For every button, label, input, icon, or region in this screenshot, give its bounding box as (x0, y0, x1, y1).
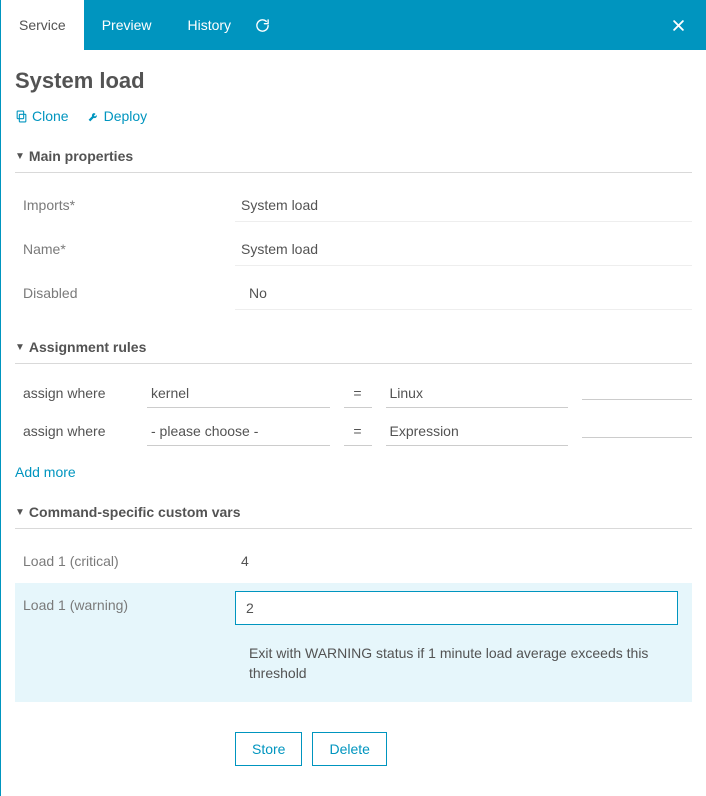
assign-type-select[interactable]: assign where (23, 423, 133, 439)
row-load1-warning: Load 1 (warning) (15, 583, 692, 627)
refresh-icon[interactable] (255, 18, 270, 33)
tab-service[interactable]: Service (1, 0, 84, 50)
store-button[interactable]: Store (235, 732, 302, 766)
toolbar: Clone Deploy (15, 108, 692, 124)
assign-property-select[interactable]: kernel (147, 379, 330, 408)
assign-action-cell (582, 425, 692, 438)
tabbar: Service Preview History (1, 0, 706, 50)
row-load1-warning-hint: Exit with WARNING status if 1 minute loa… (15, 627, 692, 702)
add-more-link[interactable]: Add more (15, 458, 76, 498)
clone-label: Clone (32, 108, 69, 124)
tab-preview-label: Preview (102, 17, 152, 33)
clone-link[interactable]: Clone (15, 108, 69, 124)
close-icon[interactable] (665, 18, 692, 33)
section-custom-header[interactable]: ▼ Command-specific custom vars (15, 498, 692, 529)
load1-warning-label: Load 1 (warning) (15, 591, 235, 613)
assign-row: assign where - please choose - = Express… (15, 412, 692, 450)
disabled-label: Disabled (15, 285, 235, 301)
row-name: Name* System load (15, 227, 692, 271)
row-imports: Imports* System load (15, 183, 692, 227)
window: Service Preview History System load Clon… (0, 0, 706, 796)
deploy-link[interactable]: Deploy (87, 108, 148, 124)
assign-op-select[interactable]: = (344, 379, 372, 408)
page-title: System load (15, 68, 692, 94)
assign-op-select[interactable]: = (344, 417, 372, 446)
imports-label: Imports* (15, 197, 235, 213)
assign-value-input[interactable]: Linux (386, 379, 569, 408)
disabled-value[interactable]: No (235, 277, 692, 310)
assign-type-select[interactable]: assign where (23, 385, 133, 401)
load1-critical-label: Load 1 (critical) (15, 553, 235, 569)
section-main-header[interactable]: ▼ Main properties (15, 142, 692, 173)
load1-critical-value[interactable]: 4 (235, 545, 692, 577)
assign-row: assign where kernel = Linux (15, 374, 692, 412)
content: System load Clone Deploy ▼ Main properti… (1, 50, 706, 796)
tab-history[interactable]: History (169, 0, 249, 50)
assign-action-cell (582, 387, 692, 400)
load1-warning-input[interactable] (235, 591, 678, 625)
tab-history-label: History (187, 17, 231, 33)
caret-down-icon: ▼ (15, 151, 25, 162)
section-custom-title: Command-specific custom vars (29, 504, 241, 520)
delete-button[interactable]: Delete (312, 732, 386, 766)
assign-table: assign where kernel = Linux assign where… (15, 374, 692, 450)
load1-warning-hint: Exit with WARNING status if 1 minute loa… (235, 627, 678, 702)
row-load1-critical: Load 1 (critical) 4 (15, 539, 692, 583)
form-actions: Store Delete (235, 732, 692, 766)
deploy-label: Deploy (104, 108, 148, 124)
section-main-title: Main properties (29, 148, 133, 164)
section-assign-header[interactable]: ▼ Assignment rules (15, 333, 692, 364)
section-assign-title: Assignment rules (29, 339, 146, 355)
tab-service-label: Service (19, 17, 66, 33)
name-label: Name* (15, 241, 235, 257)
copy-icon (15, 110, 28, 123)
assign-value-input[interactable]: Expression (386, 417, 569, 446)
name-value[interactable]: System load (235, 233, 692, 266)
wrench-icon (87, 110, 100, 123)
caret-down-icon: ▼ (15, 507, 25, 518)
assign-property-select[interactable]: - please choose - (147, 417, 330, 446)
caret-down-icon: ▼ (15, 342, 25, 353)
imports-value[interactable]: System load (235, 189, 692, 222)
row-disabled: Disabled No (15, 271, 692, 315)
tab-preview[interactable]: Preview (84, 0, 170, 50)
